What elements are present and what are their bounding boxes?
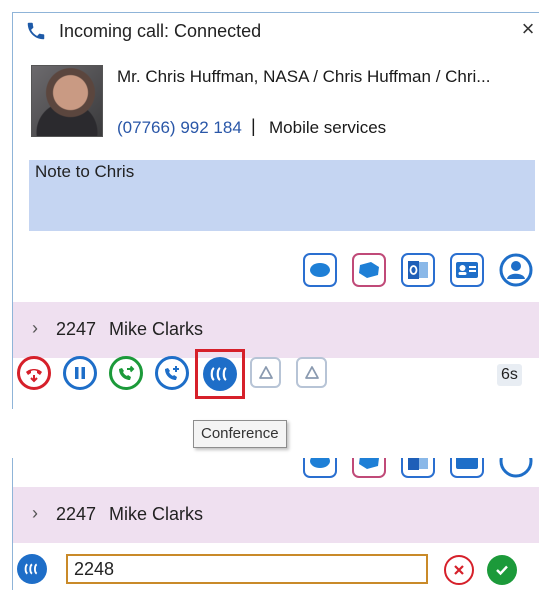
consult-transfer-icon — [165, 366, 179, 380]
pause-icon — [75, 367, 85, 379]
contact-phone-link[interactable]: (07766) 992 184 — [117, 118, 242, 138]
skype-icon — [310, 263, 330, 277]
title-bar: Incoming call: Connected × — [13, 13, 539, 47]
conference-mode-icon — [17, 554, 47, 584]
note-field[interactable]: Note to Chris — [29, 160, 535, 231]
user-button[interactable] — [499, 253, 533, 287]
contact-extension: 2247 — [56, 319, 97, 339]
call-timer: 6s — [497, 364, 522, 386]
skype-button[interactable] — [303, 253, 337, 287]
park-button[interactable] — [250, 357, 281, 388]
confirm-icon — [496, 565, 508, 576]
contact-card-icon — [456, 262, 478, 278]
hangup-button[interactable] — [17, 356, 51, 390]
contact-card-button-partial[interactable] — [450, 458, 484, 478]
close-button[interactable]: × — [516, 17, 539, 41]
skype-button-partial[interactable] — [303, 458, 337, 478]
contact-row-name: Mike Clarks — [109, 504, 204, 524]
separator: | — [251, 116, 256, 136]
conference-contact-row[interactable]: › 2247 Mike Clarks — [13, 487, 539, 543]
skype-business-button-partial[interactable] — [352, 458, 386, 478]
hold-button[interactable] — [63, 356, 97, 390]
consult-transfer-button[interactable] — [155, 356, 189, 390]
cancel-icon — [454, 565, 464, 575]
contact-provider: Mobile services — [269, 118, 387, 137]
unpark-button[interactable] — [296, 357, 327, 388]
call-window: Incoming call: Connected × Mr. Chris Huf… — [12, 12, 539, 409]
outlook-icon — [408, 458, 428, 470]
window-title: Incoming call: Connected — [59, 21, 262, 41]
skype-business-button[interactable] — [352, 253, 386, 287]
conference-panel: › 2247 Mike Clarks — [12, 458, 539, 590]
skype-icon — [310, 458, 330, 468]
transfer-button[interactable] — [109, 356, 143, 390]
contact-extension: 2247 — [56, 504, 97, 524]
conference-highlight — [195, 349, 245, 399]
conference-tooltip: Conference — [193, 420, 287, 448]
user-button-partial[interactable] — [499, 458, 533, 478]
outlook-button-partial[interactable] — [401, 458, 435, 478]
contact-card-icon — [456, 458, 478, 469]
avatar — [31, 65, 103, 137]
contact-card-button[interactable] — [450, 253, 484, 287]
phone-icon — [27, 22, 45, 40]
confirm-button[interactable] — [487, 555, 517, 585]
chevron-right-icon[interactable]: › — [32, 318, 38, 339]
transfer-contact-row[interactable]: › 2247 Mike Clarks — [13, 302, 539, 358]
hangup-icon — [26, 369, 42, 383]
park-icon — [258, 365, 273, 379]
user-icon — [499, 253, 533, 287]
conference-number-input[interactable] — [66, 554, 428, 584]
contact-name: Mr. Chris Huffman, NASA / Chris Huffman … — [117, 67, 491, 86]
skype-business-icon — [359, 262, 379, 278]
user-icon — [499, 458, 533, 478]
contact-row-name: Mike Clarks — [109, 319, 204, 339]
transfer-icon — [119, 365, 135, 380]
chevron-right-icon[interactable]: › — [32, 503, 38, 524]
conference-icon — [24, 563, 38, 575]
cancel-button[interactable] — [444, 555, 474, 585]
outlook-button[interactable] — [401, 253, 435, 287]
skype-business-icon — [359, 458, 379, 469]
unpark-icon — [304, 365, 319, 379]
outlook-icon — [408, 261, 428, 279]
